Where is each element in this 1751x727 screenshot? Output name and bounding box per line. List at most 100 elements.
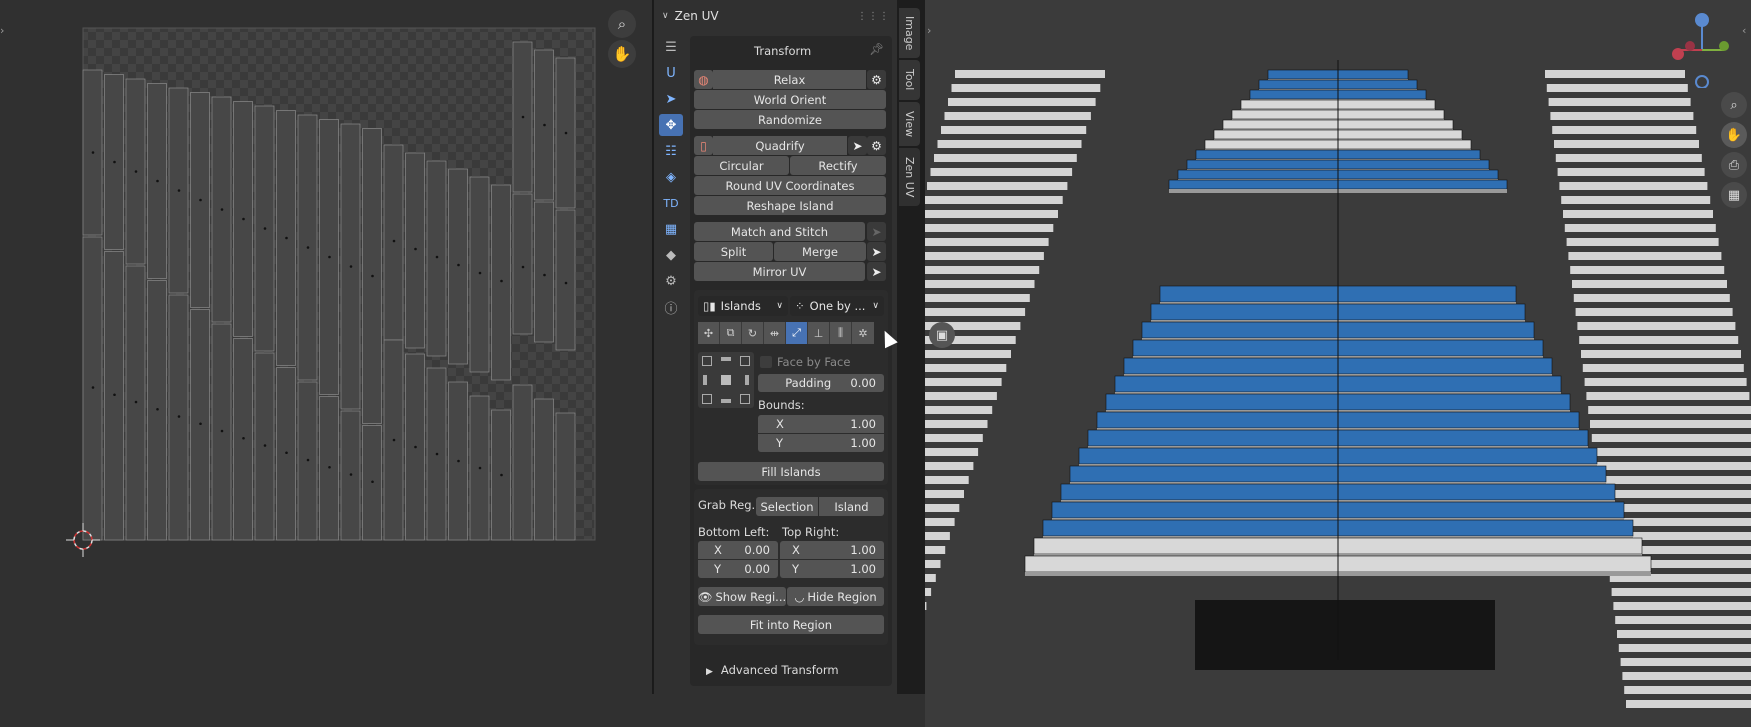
left-expand-arrow-icon[interactable]: › <box>0 24 4 37</box>
anchor-grid[interactable] <box>698 352 754 408</box>
tab-zen-uv[interactable]: Zen UV <box>899 148 920 206</box>
anchor-bottom-left-icon[interactable] <box>702 394 712 404</box>
panel-header[interactable]: ∨ Zen UV ⋮⋮⋮ <box>654 4 898 28</box>
side-step <box>1626 700 1751 708</box>
camera-icon[interactable]: ⎙ <box>1721 152 1747 178</box>
distribute-icon[interactable]: ⫼ <box>830 322 852 344</box>
randomize-button[interactable]: Randomize <box>694 110 886 129</box>
selection-button[interactable]: Selection <box>756 497 818 516</box>
side-step <box>955 70 1105 78</box>
tab-image[interactable]: Image <box>899 8 920 58</box>
center-icon[interactable]: ✲ <box>852 322 874 344</box>
top-right-y-field[interactable]: Y 1.00 <box>780 560 884 578</box>
move-icon[interactable]: ✣ <box>698 322 720 344</box>
left-expand-arrow-icon[interactable]: › <box>927 24 931 37</box>
pin-icon[interactable]: 📌︎ <box>869 42 884 56</box>
reshape-island-button[interactable]: Reshape Island <box>694 196 886 215</box>
anchor-bottom-icon[interactable] <box>721 399 731 403</box>
hide-region-label: Hide Region <box>807 589 877 604</box>
circular-button[interactable]: Circular <box>694 156 789 175</box>
split-button[interactable]: Split <box>694 242 773 261</box>
uv-editor[interactable]: ⌕ ✋ › <box>0 0 653 727</box>
fill-islands-button[interactable]: Fill Islands <box>698 462 884 481</box>
flip-icon[interactable]: ⇹ <box>764 322 786 344</box>
world-orient-button[interactable]: World Orient <box>694 90 886 109</box>
pan-hand-icon[interactable]: ✋ <box>608 40 636 68</box>
3d-viewport[interactable]: ⌕ ✋ ⎙ ▦ ▣ › ‹ <box>925 0 1751 727</box>
anchor-center-icon[interactable] <box>721 375 731 385</box>
anchor-bottom-right-icon[interactable] <box>740 394 750 404</box>
zoom-icon[interactable]: ⌕ <box>608 10 636 38</box>
fit-into-region-button[interactable]: Fit into Region <box>698 615 884 634</box>
anchor-left-icon[interactable] <box>703 375 707 385</box>
bl-y-label: Y <box>714 562 722 576</box>
zoom-icon[interactable]: ⌕ <box>1721 92 1747 118</box>
view-gizmo[interactable] <box>1660 8 1740 89</box>
perspective-grid-icon[interactable]: ▦ <box>1721 182 1747 208</box>
mirror-uv-button[interactable]: Mirror UV <box>694 262 865 281</box>
advanced-transform-toggle[interactable]: ▶ Advanced Transform <box>706 663 839 677</box>
merge-button[interactable]: Merge <box>774 242 866 261</box>
gear-icon[interactable]: ⚙ <box>659 270 683 292</box>
help-icon[interactable]: ⓘ <box>659 296 683 318</box>
side-step <box>925 560 941 568</box>
pan-hand-icon[interactable]: ✋ <box>1721 122 1747 148</box>
uv-canvas[interactable] <box>0 0 653 727</box>
grab-region-label: Grab Reg... <box>698 498 763 512</box>
viewport-canvas[interactable] <box>925 0 1751 727</box>
drag-grip-icon[interactable]: ⋮⋮⋮ <box>857 11 890 22</box>
tab-view[interactable]: View <box>899 102 920 146</box>
anchor-right-icon[interactable] <box>745 375 749 385</box>
fit-icon[interactable]: ⤢ <box>786 322 808 344</box>
show-region-button[interactable]: 👁︎ Show Regi... <box>698 587 786 606</box>
round-uv-button[interactable]: Round UV Coordinates <box>694 176 886 195</box>
order-dropdown[interactable]: ⁘ One by ... ∨ <box>790 296 884 316</box>
box-icon[interactable]: ◆ <box>659 244 683 266</box>
quadrify-select-arrow-icon[interactable]: ➤ <box>848 136 867 155</box>
scale-icon[interactable]: ⧉ <box>720 322 742 344</box>
relax-button[interactable]: Relax <box>713 70 866 89</box>
list-icon[interactable]: ☰ <box>659 36 683 58</box>
align-icon[interactable]: ⊥ <box>808 322 830 344</box>
u-icon[interactable]: U <box>659 62 683 84</box>
face-by-face-checkbox[interactable] <box>760 356 772 368</box>
transform-icon[interactable]: ✥ <box>659 114 683 136</box>
mode-dropdown[interactable]: ▯▮ Islands ∨ <box>698 296 788 316</box>
td-icon[interactable]: TD <box>659 192 683 214</box>
anchor-top-icon[interactable] <box>721 357 731 361</box>
chevron-down-icon: ∨ <box>872 301 879 311</box>
match-stitch-arrow-icon[interactable]: ➤ <box>867 222 886 241</box>
relax-settings-gear-icon[interactable]: ⚙ <box>867 70 886 89</box>
bottom-left-y-field[interactable]: Y 0.00 <box>698 560 778 578</box>
uv-island <box>405 152 425 349</box>
uv-island <box>491 184 511 381</box>
bounds-x-field[interactable]: X 1.00 <box>758 415 884 433</box>
side-step <box>1566 238 1719 246</box>
match-stitch-button[interactable]: Match and Stitch <box>694 222 865 241</box>
rotate-icon[interactable]: ↻ <box>742 322 764 344</box>
bounds-y-field[interactable]: Y 1.00 <box>758 434 884 452</box>
top-right-x-field[interactable]: X 1.00 <box>780 541 884 559</box>
bottom-left-x-field[interactable]: X 0.00 <box>698 541 778 559</box>
hide-region-button[interactable]: ◡ Hide Region <box>787 587 884 606</box>
select-icon[interactable]: ➤ <box>659 88 683 110</box>
stack-icon[interactable]: ☷ <box>659 140 683 162</box>
quadrify-icon[interactable]: ▯ <box>694 136 713 155</box>
merge-arrow-icon[interactable]: ➤ <box>867 242 886 261</box>
quadrify-settings-gear-icon[interactable]: ⚙ <box>867 136 886 155</box>
right-expand-arrow-icon[interactable]: ‹ <box>1742 24 1746 37</box>
layers-icon[interactable]: ◈ <box>659 166 683 188</box>
uv-overlay-icon[interactable]: ▣ <box>929 322 955 348</box>
island-center-dot <box>91 151 95 154</box>
padding-field[interactable]: Padding 0.00 <box>758 374 884 392</box>
chevron-down-icon[interactable]: ∨ <box>662 11 669 21</box>
anchor-top-left-icon[interactable] <box>702 356 712 366</box>
tab-tool[interactable]: Tool <box>899 60 920 100</box>
anchor-top-right-icon[interactable] <box>740 356 750 366</box>
rectify-button[interactable]: Rectify <box>790 156 886 175</box>
relax-icon[interactable]: ◍ <box>694 70 713 89</box>
mirror-uv-arrow-icon[interactable]: ➤ <box>867 262 886 281</box>
island-button[interactable]: Island <box>819 497 884 516</box>
checker-icon[interactable]: ▦ <box>659 218 683 240</box>
quadrify-button[interactable]: Quadrify <box>713 136 847 155</box>
